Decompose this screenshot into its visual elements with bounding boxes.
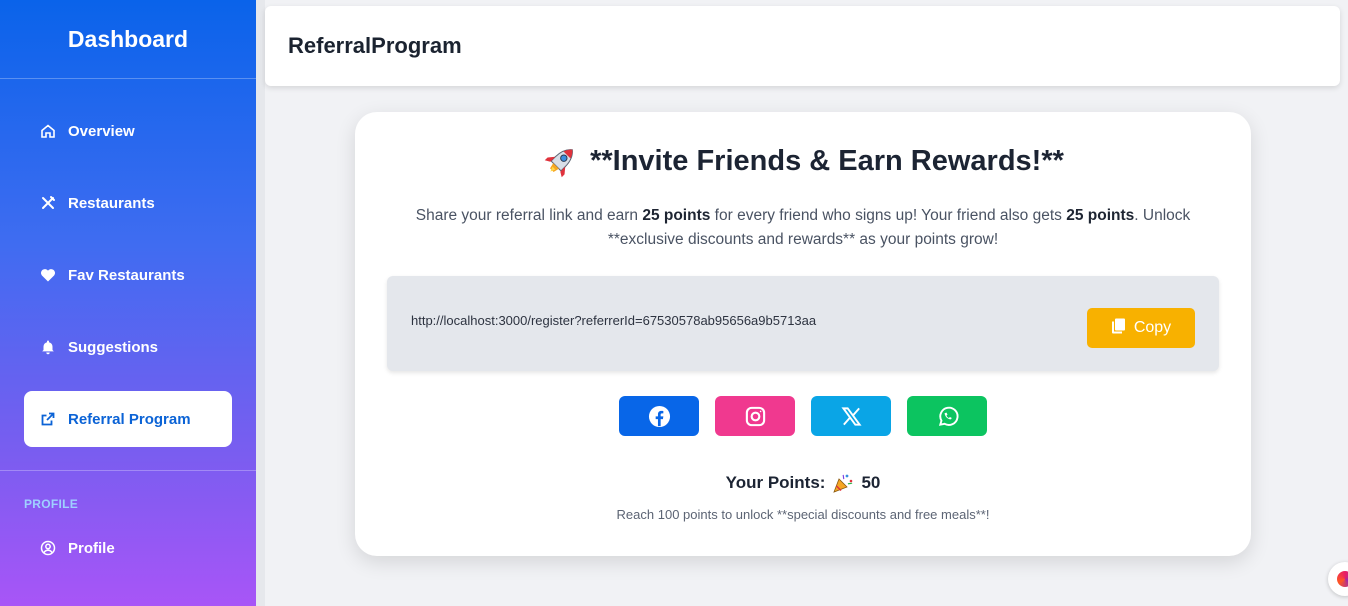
rocket-icon — [542, 142, 580, 180]
user-circle-icon — [39, 540, 56, 557]
points-note: Reach 100 points to unlock **special dis… — [616, 507, 990, 522]
share-whatsapp-button[interactable] — [907, 396, 987, 436]
whatsapp-icon — [938, 406, 958, 426]
desc-highlight: 25 points — [642, 207, 711, 224]
facebook-icon — [648, 405, 670, 427]
widget-logo-icon — [1337, 571, 1348, 587]
floating-widget-button[interactable] — [1328, 562, 1348, 596]
desc-text: Share your referral link and earn — [415, 207, 643, 224]
sidebar-item-label: Fav Restaurants — [68, 266, 185, 284]
share-x-button[interactable] — [811, 396, 891, 436]
card-description: Share your referral link and earn 25 poi… — [395, 204, 1211, 252]
x-icon — [840, 406, 862, 426]
sidebar-item-label: Referral Program — [68, 410, 191, 428]
utensils-icon — [39, 195, 56, 212]
sidebar: Dashboard Overview Restaurants Fav Resta… — [0, 0, 256, 606]
party-popper-icon — [832, 472, 854, 494]
sidebar-item-label: Restaurants — [68, 194, 155, 212]
sidebar-section-label: PROFILE — [24, 497, 79, 511]
heart-icon — [39, 267, 56, 284]
app-root: Dashboard Overview Restaurants Fav Resta… — [0, 0, 1348, 606]
sidebar-item-fav-restaurants[interactable]: Fav Restaurants — [24, 247, 232, 303]
points-value: 50 — [861, 473, 881, 492]
sidebar-divider — [0, 470, 256, 471]
desc-highlight: 25 points — [1066, 207, 1135, 224]
sidebar-item-overview[interactable]: Overview — [24, 103, 232, 159]
referral-link[interactable]: http://localhost:3000/register?referrerI… — [411, 313, 816, 328]
points-label: Your Points: — [725, 473, 826, 492]
copy-button[interactable]: Copy — [1087, 308, 1195, 348]
page-title: ReferralProgram — [288, 33, 462, 58]
sidebar-title: Dashboard — [0, 0, 256, 79]
sidebar-item-label: Suggestions — [68, 338, 159, 356]
instagram-icon — [745, 406, 765, 426]
sidebar-item-restaurants[interactable]: Restaurants — [24, 175, 232, 231]
share-facebook-button[interactable] — [619, 396, 699, 436]
sidebar-item-suggestions[interactable]: Suggestions — [24, 319, 232, 375]
desc-text: for every friend who signs up! Your frie… — [710, 207, 1067, 224]
page-header: ReferralProgram — [265, 6, 1340, 86]
home-icon — [39, 123, 56, 140]
card-title-text: **Invite Friends & Earn Rewards!** — [590, 144, 1064, 177]
sidebar-item-label: Overview — [68, 122, 135, 140]
content-edge — [256, 0, 265, 606]
points-row: Your Points: 50 — [355, 472, 1251, 494]
referral-link-box: http://localhost:3000/register?referrerI… — [387, 276, 1219, 371]
share-instagram-button[interactable] — [715, 396, 795, 436]
sidebar-item-profile[interactable]: Profile — [24, 520, 232, 576]
referral-card: **Invite Friends & Earn Rewards!** Share… — [355, 112, 1251, 556]
copy-icon — [1111, 318, 1126, 339]
bell-icon — [39, 339, 56, 356]
sidebar-item-label: Profile — [68, 539, 115, 557]
sidebar-item-referral-program[interactable]: Referral Program — [24, 391, 232, 447]
card-title: **Invite Friends & Earn Rewards!** — [355, 142, 1251, 180]
share-icon — [39, 411, 56, 428]
copy-label: Copy — [1133, 319, 1172, 336]
